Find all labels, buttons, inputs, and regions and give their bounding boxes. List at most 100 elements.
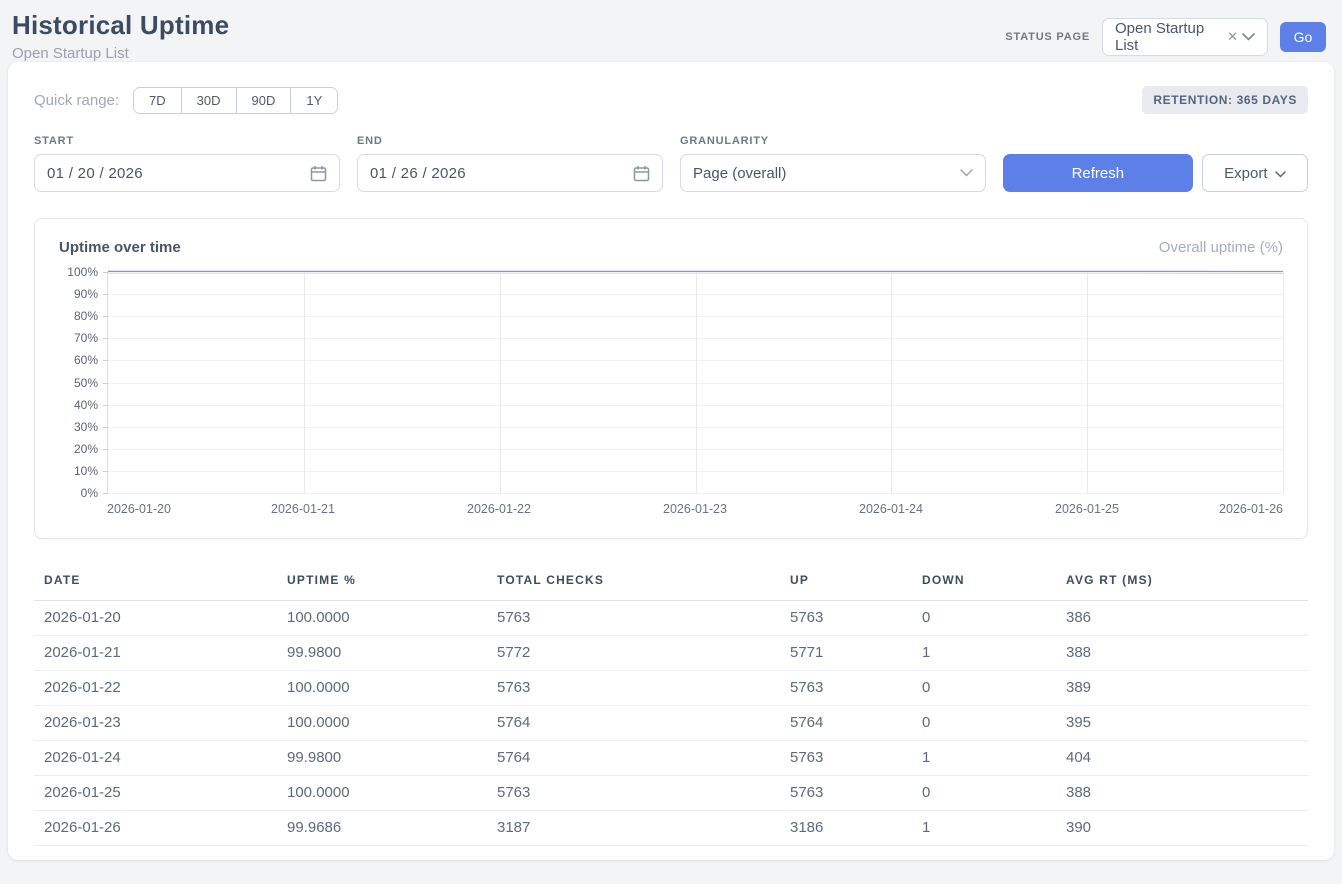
- table-cell: 2026-01-24: [34, 741, 277, 776]
- table-row: 2026-01-20100.0000576357630386: [34, 601, 1308, 636]
- quick-range-30d-button[interactable]: 30D: [182, 88, 237, 113]
- column-header: UP: [780, 563, 912, 601]
- quick-range-7d-button[interactable]: 7D: [134, 88, 182, 113]
- y-tick-label: 10%: [74, 465, 98, 477]
- chevron-down-icon: [1242, 33, 1255, 41]
- table-cell: 5763: [487, 601, 780, 636]
- table-cell: 5763: [487, 776, 780, 811]
- quick-range-label: Quick range:: [34, 92, 119, 109]
- y-tick-label: 20%: [74, 443, 98, 455]
- status-page-select[interactable]: Open Startup List ✕: [1102, 18, 1268, 56]
- uptime-chart-card: Uptime over time Overall uptime (%) 100%…: [34, 218, 1308, 539]
- column-header: UPTIME %: [277, 563, 487, 601]
- granularity-field: GRANULARITY Page (overall): [680, 135, 986, 192]
- y-tick-mark: [103, 338, 108, 339]
- page-header: Historical Uptime Open Startup List STAT…: [0, 0, 1342, 62]
- table-cell: 2026-01-26: [34, 811, 277, 846]
- table-cell: 1: [912, 741, 1056, 776]
- table-cell: 2026-01-23: [34, 706, 277, 741]
- table-cell: 389: [1056, 671, 1308, 706]
- table-cell: 1: [912, 811, 1056, 846]
- h-gridline: [108, 493, 1283, 494]
- v-gridline: [891, 272, 892, 493]
- clear-icon[interactable]: ✕: [1227, 29, 1238, 45]
- table-cell: 388: [1056, 636, 1308, 671]
- y-tick-mark: [103, 449, 108, 450]
- v-gridline: [1283, 272, 1284, 493]
- table-cell: 0: [912, 706, 1056, 741]
- table-cell: 100.0000: [277, 776, 487, 811]
- uptime-table: DATEUPTIME %TOTAL CHECKSUPDOWNAVG RT (MS…: [34, 563, 1308, 846]
- column-header: DOWN: [912, 563, 1056, 601]
- y-tick-label: 0%: [81, 487, 98, 499]
- end-date-input[interactable]: 01 / 26 / 2026: [357, 154, 663, 192]
- table-row: 2026-01-22100.0000576357630389: [34, 671, 1308, 706]
- table-cell: 395: [1056, 706, 1308, 741]
- export-button[interactable]: Export: [1202, 154, 1308, 192]
- calendar-icon[interactable]: [633, 165, 650, 182]
- y-tick-mark: [103, 383, 108, 384]
- table-cell: 0: [912, 776, 1056, 811]
- status-page-selected-value: Open Startup List: [1115, 20, 1222, 54]
- y-tick-mark: [103, 360, 108, 361]
- table-cell: 2026-01-22: [34, 671, 277, 706]
- end-date-field: END 01 / 26 / 2026: [357, 135, 663, 192]
- page-subtitle: Open Startup List: [12, 45, 229, 62]
- y-tick-label: 70%: [74, 332, 98, 344]
- y-tick-mark: [103, 427, 108, 428]
- chart-y-axis: 100%90%80%70%60%50%40%30%20%10%0%: [59, 272, 107, 493]
- x-tick-label: 2026-01-21: [271, 502, 335, 516]
- table-cell: 5764: [487, 706, 780, 741]
- end-label: END: [357, 135, 663, 147]
- y-tick-label: 80%: [74, 310, 98, 322]
- refresh-button[interactable]: Refresh: [1003, 154, 1193, 192]
- quick-range-row: Quick range: 7D30D90D1Y RETENTION: 365 D…: [34, 86, 1308, 114]
- y-tick-label: 50%: [74, 377, 98, 389]
- chevron-down-icon: [960, 169, 973, 177]
- table-cell: 5763: [487, 671, 780, 706]
- table-cell: 99.9800: [277, 741, 487, 776]
- table-cell: 5772: [487, 636, 780, 671]
- table-cell: 5771: [780, 636, 912, 671]
- table-cell: 5764: [780, 706, 912, 741]
- quick-range-1y-button[interactable]: 1Y: [291, 88, 337, 113]
- header-titles: Historical Uptime Open Startup List: [12, 10, 229, 62]
- table-cell: 5763: [780, 776, 912, 811]
- table-cell: 2026-01-21: [34, 636, 277, 671]
- go-button[interactable]: Go: [1280, 22, 1326, 52]
- table-row: 2026-01-25100.0000576357630388: [34, 776, 1308, 811]
- start-date-input[interactable]: 01 / 20 / 2026: [34, 154, 340, 192]
- v-gridline: [500, 272, 501, 493]
- table-cell: 5763: [780, 741, 912, 776]
- calendar-icon[interactable]: [310, 165, 327, 182]
- granularity-selected-value: Page (overall): [693, 165, 786, 182]
- table-cell: 99.9686: [277, 811, 487, 846]
- v-gridline: [1087, 272, 1088, 493]
- table-cell: 100.0000: [277, 671, 487, 706]
- y-tick-mark: [103, 272, 108, 273]
- table-cell: 100.0000: [277, 601, 487, 636]
- x-tick-label: 2026-01-24: [859, 502, 923, 516]
- granularity-select[interactable]: Page (overall): [680, 154, 986, 192]
- table-cell: 388: [1056, 776, 1308, 811]
- v-gridline: [696, 272, 697, 493]
- export-button-label: Export: [1224, 165, 1267, 182]
- quick-range-90d-button[interactable]: 90D: [237, 88, 292, 113]
- x-tick-label: 2026-01-25: [1055, 502, 1119, 516]
- header-controls: STATUS PAGE Open Startup List ✕ Go: [1005, 18, 1326, 56]
- y-tick-label: 30%: [74, 421, 98, 433]
- main-panel: Quick range: 7D30D90D1Y RETENTION: 365 D…: [8, 62, 1334, 860]
- x-tick-label: 2026-01-26: [1219, 502, 1283, 516]
- table-cell: 386: [1056, 601, 1308, 636]
- table-cell: 2026-01-25: [34, 776, 277, 811]
- start-date-field: START 01 / 20 / 2026: [34, 135, 340, 192]
- chart-title: Uptime over time: [59, 239, 181, 256]
- y-tick-mark: [103, 316, 108, 317]
- table-cell: 3187: [487, 811, 780, 846]
- chart-header: Uptime over time Overall uptime (%): [59, 239, 1283, 256]
- y-tick-mark: [103, 493, 108, 494]
- table-cell: 2026-01-20: [34, 601, 277, 636]
- column-header: DATE: [34, 563, 277, 601]
- table-cell: 404: [1056, 741, 1308, 776]
- chart-body: 100%90%80%70%60%50%40%30%20%10%0%: [59, 272, 1283, 493]
